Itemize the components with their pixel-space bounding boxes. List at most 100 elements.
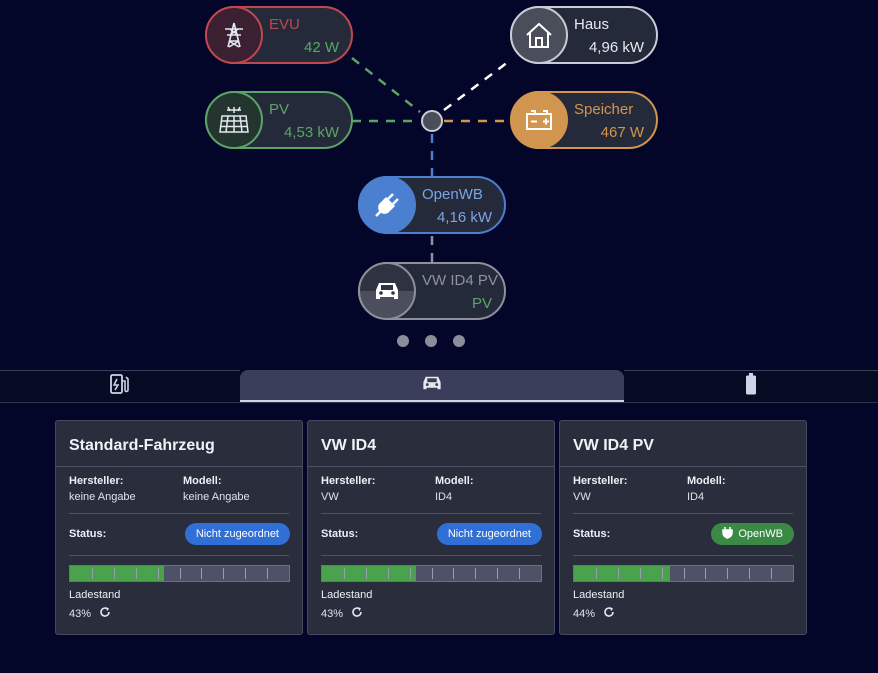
soc-segment-tick [497,568,499,579]
tab-battery[interactable] [624,370,878,402]
manufacturer-label: Hersteller: [69,475,124,487]
soc-segment-tick [475,568,477,579]
divider [69,555,289,556]
manufacturer-value: keine Angabe [69,491,136,503]
soc-bar [573,565,794,582]
page-dot[interactable] [425,335,437,347]
soc-segment-tick [179,568,181,579]
house-icon [510,6,568,64]
divider [321,555,541,556]
pv-node[interactable]: PV 4,53 kW [205,91,353,149]
soc-segment-tick [749,568,751,579]
soc-readout: 44% [573,606,615,621]
soc-value: 44% [573,607,596,620]
haus-node[interactable]: Haus 4,96 kW [510,6,658,64]
tab-divider [0,402,878,403]
soc-segment-tick [113,568,115,579]
model-label: Modell: [687,475,726,487]
soc-label: Ladestand [69,589,121,601]
refresh-icon[interactable] [603,606,615,621]
speicher-title: Speicher [574,101,634,118]
refresh-icon[interactable] [351,606,363,621]
divider [573,513,793,514]
soc-bar [69,565,290,582]
tab-charge-points[interactable] [0,370,240,402]
soc-label: Ladestand [573,589,625,601]
model-label: Modell: [183,475,222,487]
haus-value: 4,96 kW [588,39,644,56]
pv-value: 4,53 kW [283,124,339,141]
model-label: Modell: [435,475,474,487]
divider [573,555,793,556]
soc-segment-tick [201,568,203,579]
soc-value: 43% [69,607,92,620]
divider [321,513,541,514]
soc-segment-tick [365,568,367,579]
evu-value: 42 W [303,39,339,56]
vehicle-card: VW ID4 Hersteller: VW Modell: ID4 Status… [307,420,555,635]
speicher-node[interactable]: Speicher 467 W [510,91,658,149]
soc-segment-tick [135,568,137,579]
manufacturer-label: Hersteller: [321,475,376,487]
vehicle-value: PV [471,295,492,312]
plug-icon [722,526,734,542]
refresh-icon[interactable] [99,606,111,621]
status-text: Nicht zugeordnet [447,528,531,540]
soc-fill [322,566,417,581]
soc-segment-tick [409,568,411,579]
flow-line-evu [351,57,421,113]
power-pylon-icon [205,6,263,64]
page-dot[interactable] [453,335,465,347]
soc-segment-tick [157,568,159,579]
soc-segment-tick [705,568,707,579]
plug-icon [358,176,416,234]
soc-segment-tick [617,568,619,579]
soc-fill [70,566,165,581]
status-text: Nicht zugeordnet [195,528,279,540]
divider [560,466,806,467]
page-dot[interactable] [397,335,409,347]
soc-segment-tick [223,568,225,579]
status-label: Status: [321,528,359,540]
manufacturer-value: VW [321,491,339,503]
soc-segment-tick [519,568,521,579]
openwb-title: OpenWB [422,186,483,203]
soc-segment-tick [431,568,433,579]
status-text: OpenWB [738,528,783,540]
divider [69,513,289,514]
openwb-node[interactable]: OpenWB 4,16 kW [358,176,506,234]
soc-segment-tick [771,568,773,579]
card-title: VW ID4 [321,437,377,454]
divider [308,466,554,467]
openwb-value: 4,16 kW [436,209,492,226]
status-badge[interactable]: OpenWB [711,523,794,545]
vehicle-card: Standard-Fahrzeug Hersteller: keine Anga… [55,420,303,635]
evu-title: EVU [269,16,300,33]
car-icon [421,374,443,397]
flow-hub [421,110,443,132]
vehicle-card: VW ID4 PV Hersteller: VW Modell: ID4 Sta… [559,420,807,635]
speicher-value: 467 W [600,124,644,141]
soc-segment-tick [453,568,455,579]
solar-panel-icon [205,91,263,149]
tab-vehicles[interactable] [240,370,624,402]
status-badge[interactable]: Nicht zugeordnet [184,523,290,545]
vehicle-title: VW ID4 PV [422,272,498,289]
evu-node[interactable]: EVU 42 W [205,6,353,64]
soc-segment-tick [595,568,597,579]
soc-segment-tick [245,568,247,579]
vehicle-node[interactable]: VW ID4 PV PV [358,262,506,320]
model-value: ID4 [435,491,453,503]
flow-line-haus [443,61,509,111]
charge-station-icon [110,373,130,400]
manufacturer-value: VW [573,491,591,503]
manufacturer-label: Hersteller: [573,475,628,487]
soc-segment-tick [343,568,345,579]
car-icon [358,262,416,320]
soc-segment-tick [727,568,729,579]
status-label: Status: [69,528,107,540]
soc-readout: 43% [321,606,363,621]
soc-bar [321,565,542,582]
soc-segment-tick [683,568,685,579]
status-badge[interactable]: Nicht zugeordnet [436,523,542,545]
